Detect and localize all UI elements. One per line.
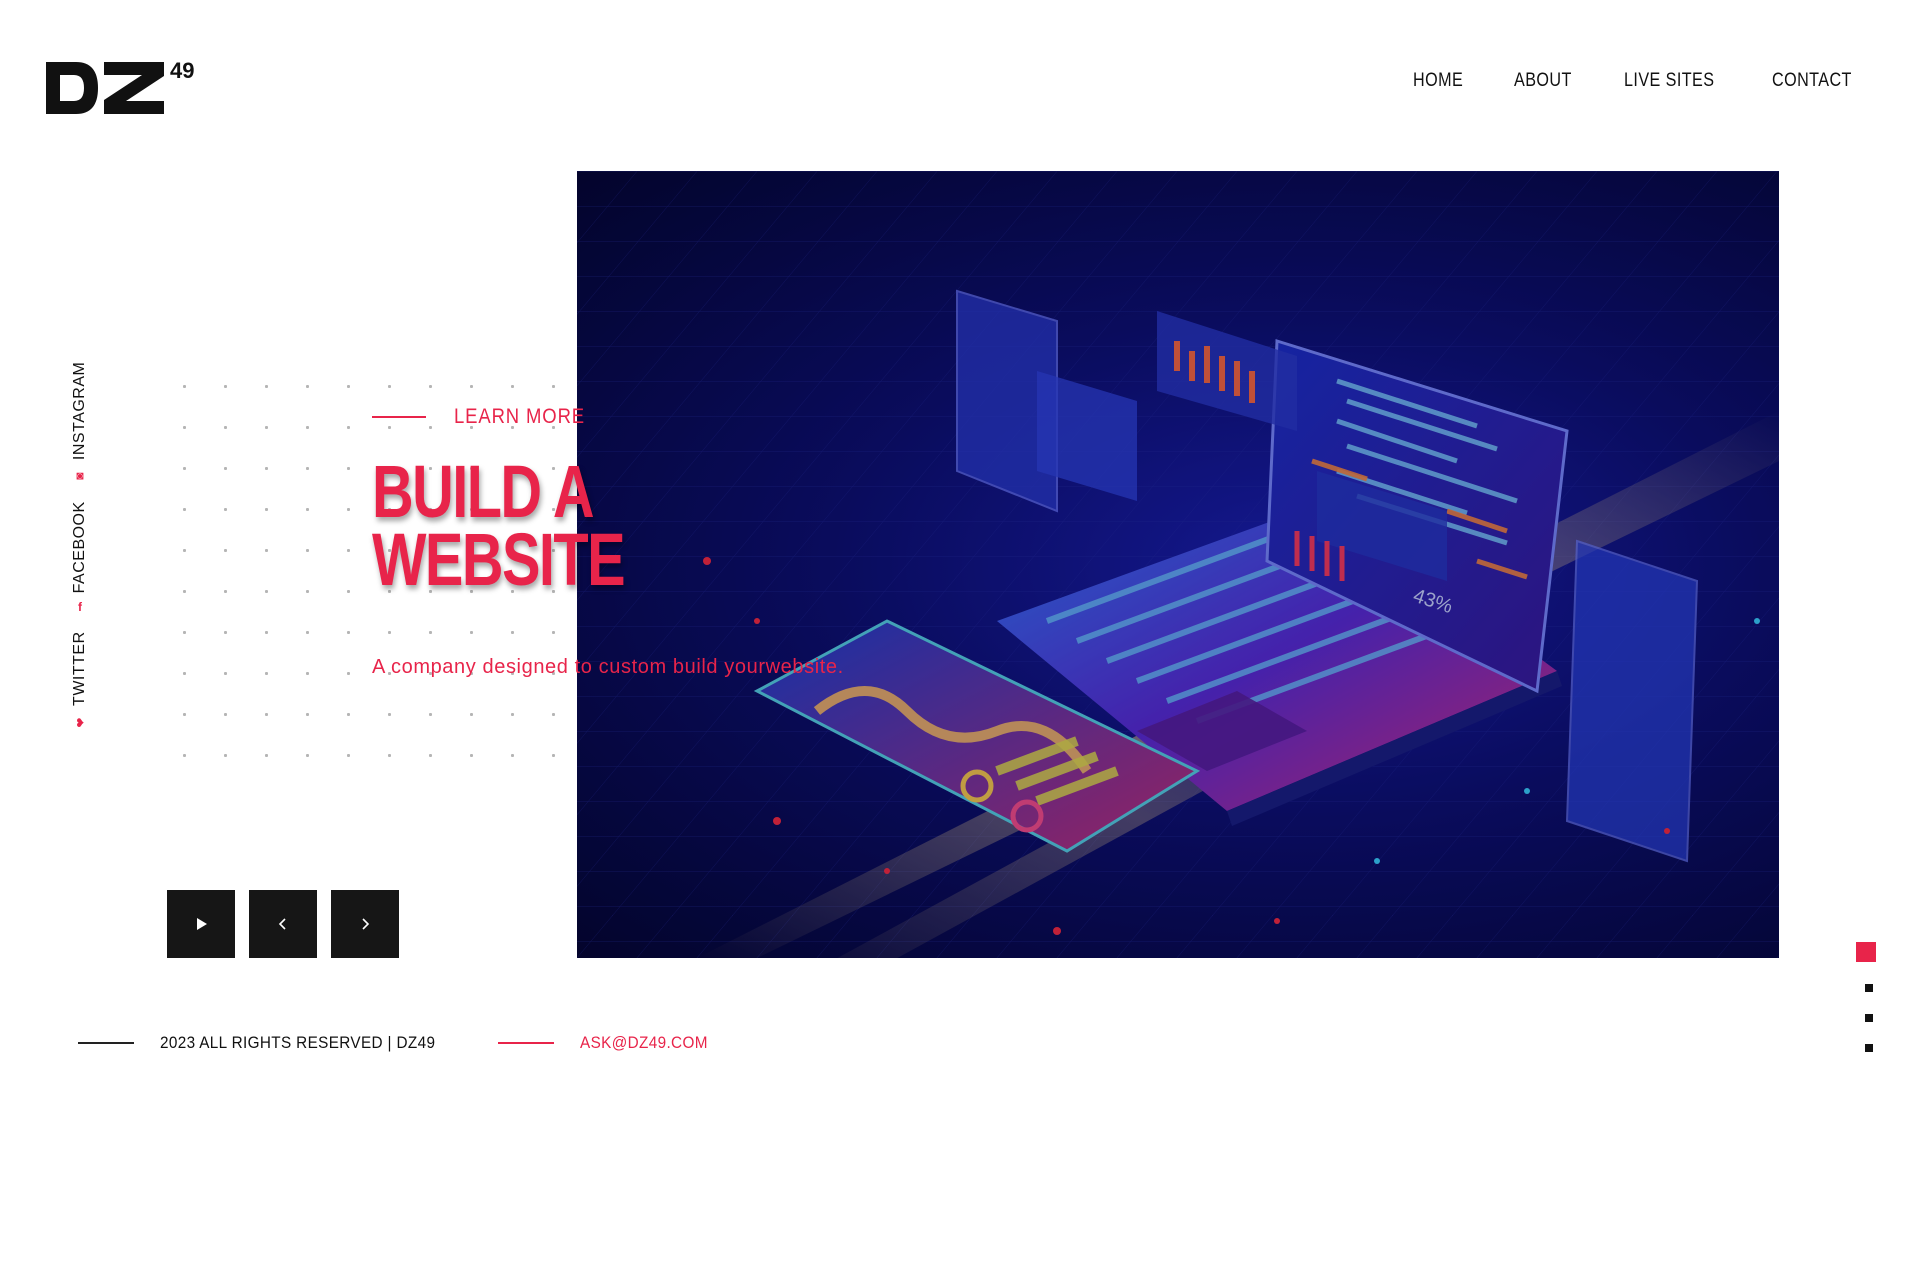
nav-about[interactable]: ABOUT	[1514, 70, 1572, 92]
next-button[interactable]	[331, 890, 399, 958]
social-facebook[interactable]: f FACEBOOK	[71, 501, 89, 614]
prev-button[interactable]	[249, 890, 317, 958]
pagination-dot-2[interactable]	[1865, 984, 1873, 992]
twitter-icon: ❥	[74, 715, 86, 730]
footer-email-link[interactable]: ASK@DZ49.COM	[580, 1033, 708, 1053]
footer: 2023 ALL RIGHTS RESERVED | DZ49 ASK@DZ49…	[78, 1033, 722, 1053]
main-nav: HOME ABOUT LIVE SITES CONTACT	[1413, 70, 1866, 92]
learn-more-label: LEARN MORE	[454, 405, 585, 428]
learn-more-line	[372, 416, 426, 418]
learn-more-link[interactable]: LEARN MORE	[372, 405, 603, 429]
pagination-dot-1[interactable]	[1856, 942, 1876, 962]
social-twitter-label: TWITTER	[71, 631, 88, 706]
social-links: ❥ TWITTER f FACEBOOK ◙ INSTAGRAM	[68, 362, 92, 730]
nav-home[interactable]: HOME	[1413, 70, 1463, 92]
nav-live-sites[interactable]: LIVE SITES	[1624, 70, 1714, 92]
footer-divider	[78, 1042, 134, 1044]
pagination-dot-4[interactable]	[1865, 1044, 1873, 1052]
chevron-left-icon	[278, 918, 286, 930]
slider-controls	[167, 890, 399, 958]
hero-subtitle: A company designed to custom build yourw…	[372, 656, 844, 678]
facebook-icon: f	[78, 600, 82, 615]
svg-text:49: 49	[170, 58, 194, 83]
hero-headline-line2: WEBSITE	[372, 518, 626, 601]
hero-headline: BUILD A WEBSITE	[372, 455, 626, 597]
nav-contact[interactable]: CONTACT	[1772, 70, 1852, 92]
hero-image: 43%	[577, 171, 1779, 958]
footer-copyright: 2023 ALL RIGHTS RESERVED | DZ49	[160, 1033, 436, 1052]
chevron-right-icon	[362, 918, 370, 930]
social-facebook-label: FACEBOOK	[71, 501, 88, 594]
logo[interactable]: 49	[46, 58, 246, 120]
slide-pagination	[1856, 942, 1876, 1052]
isometric-laptop-illustration: 43%	[577, 171, 1779, 958]
social-instagram-label: INSTAGRAM	[71, 361, 88, 461]
pagination-dot-3[interactable]	[1865, 1014, 1873, 1022]
instagram-icon: ◙	[76, 468, 84, 483]
social-instagram[interactable]: ◙ INSTAGRAM	[71, 361, 89, 483]
play-button[interactable]	[167, 890, 235, 958]
play-icon	[197, 918, 207, 930]
social-twitter[interactable]: ❥ TWITTER	[71, 631, 89, 730]
footer-email-divider	[497, 1042, 554, 1044]
logo-mark: 49	[46, 58, 194, 114]
